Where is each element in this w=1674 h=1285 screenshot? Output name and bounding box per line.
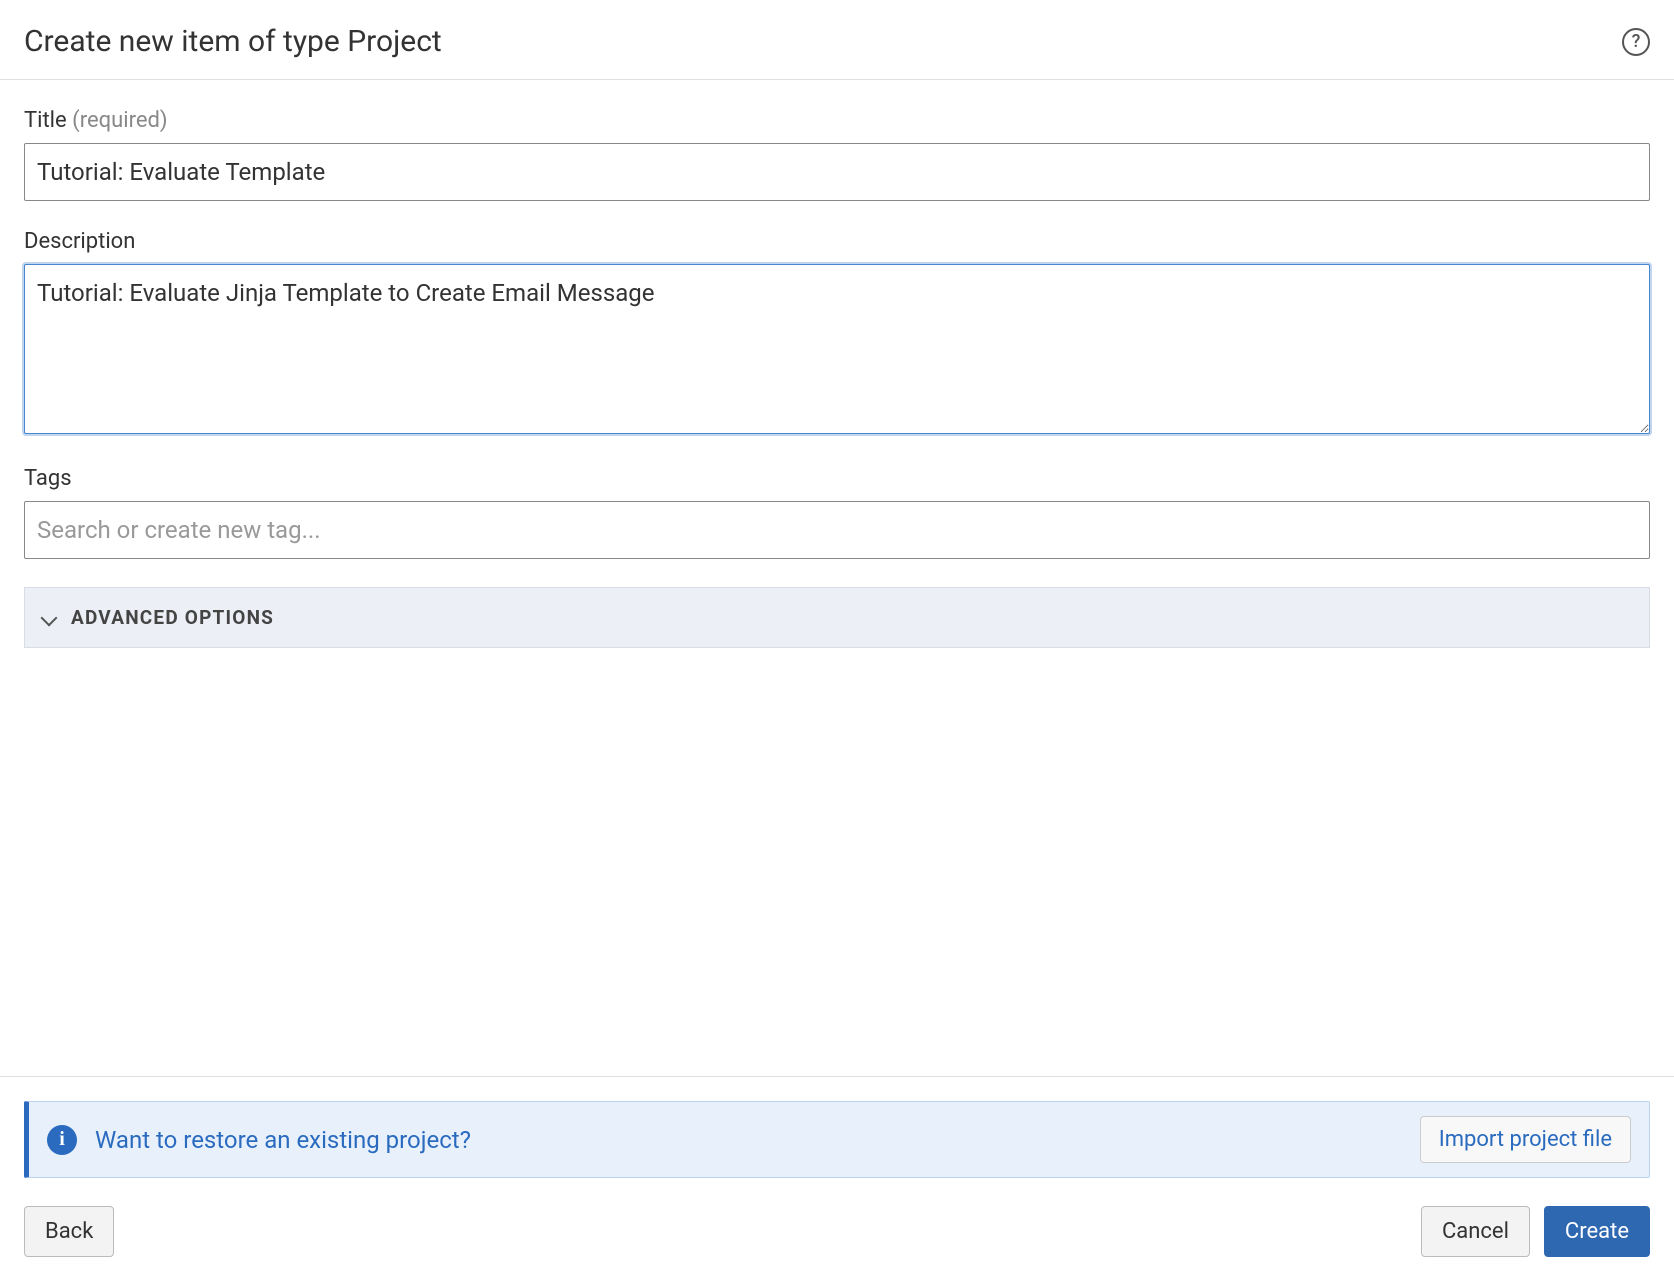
- create-button[interactable]: Create: [1544, 1206, 1650, 1257]
- dialog-header: Create new item of type Project ?: [0, 0, 1674, 80]
- dialog-title: Create new item of type Project: [24, 24, 442, 59]
- tags-field-group: Tags: [24, 466, 1650, 559]
- info-banner-left: i Want to restore an existing project?: [47, 1125, 471, 1155]
- back-button[interactable]: Back: [24, 1206, 114, 1257]
- title-input[interactable]: [24, 143, 1650, 201]
- help-icon[interactable]: ?: [1622, 28, 1650, 56]
- cancel-button[interactable]: Cancel: [1421, 1206, 1530, 1257]
- chevron-down-icon: [41, 610, 57, 626]
- tags-label: Tags: [24, 466, 1650, 491]
- title-label-text: Title: [24, 108, 67, 133]
- footer-right: Cancel Create: [1421, 1206, 1650, 1257]
- footer-buttons: Back Cancel Create: [24, 1206, 1650, 1257]
- description-label: Description: [24, 229, 1650, 254]
- import-project-button[interactable]: Import project file: [1420, 1116, 1631, 1163]
- info-banner: i Want to restore an existing project? I…: [24, 1101, 1650, 1178]
- info-icon: i: [47, 1125, 77, 1155]
- title-field-group: Title (required): [24, 108, 1650, 201]
- dialog-footer: i Want to restore an existing project? I…: [0, 1076, 1674, 1285]
- description-input[interactable]: [24, 264, 1650, 434]
- tags-input[interactable]: [24, 501, 1650, 559]
- title-label: Title (required): [24, 108, 1650, 133]
- advanced-options-label: ADVANCED OPTIONS: [71, 606, 274, 629]
- title-required-text: (required): [72, 108, 167, 133]
- dialog-body: Title (required) Description Tags ADVANC…: [0, 80, 1674, 648]
- info-banner-text: Want to restore an existing project?: [95, 1126, 471, 1154]
- description-field-group: Description: [24, 229, 1650, 438]
- advanced-options-toggle[interactable]: ADVANCED OPTIONS: [24, 587, 1650, 648]
